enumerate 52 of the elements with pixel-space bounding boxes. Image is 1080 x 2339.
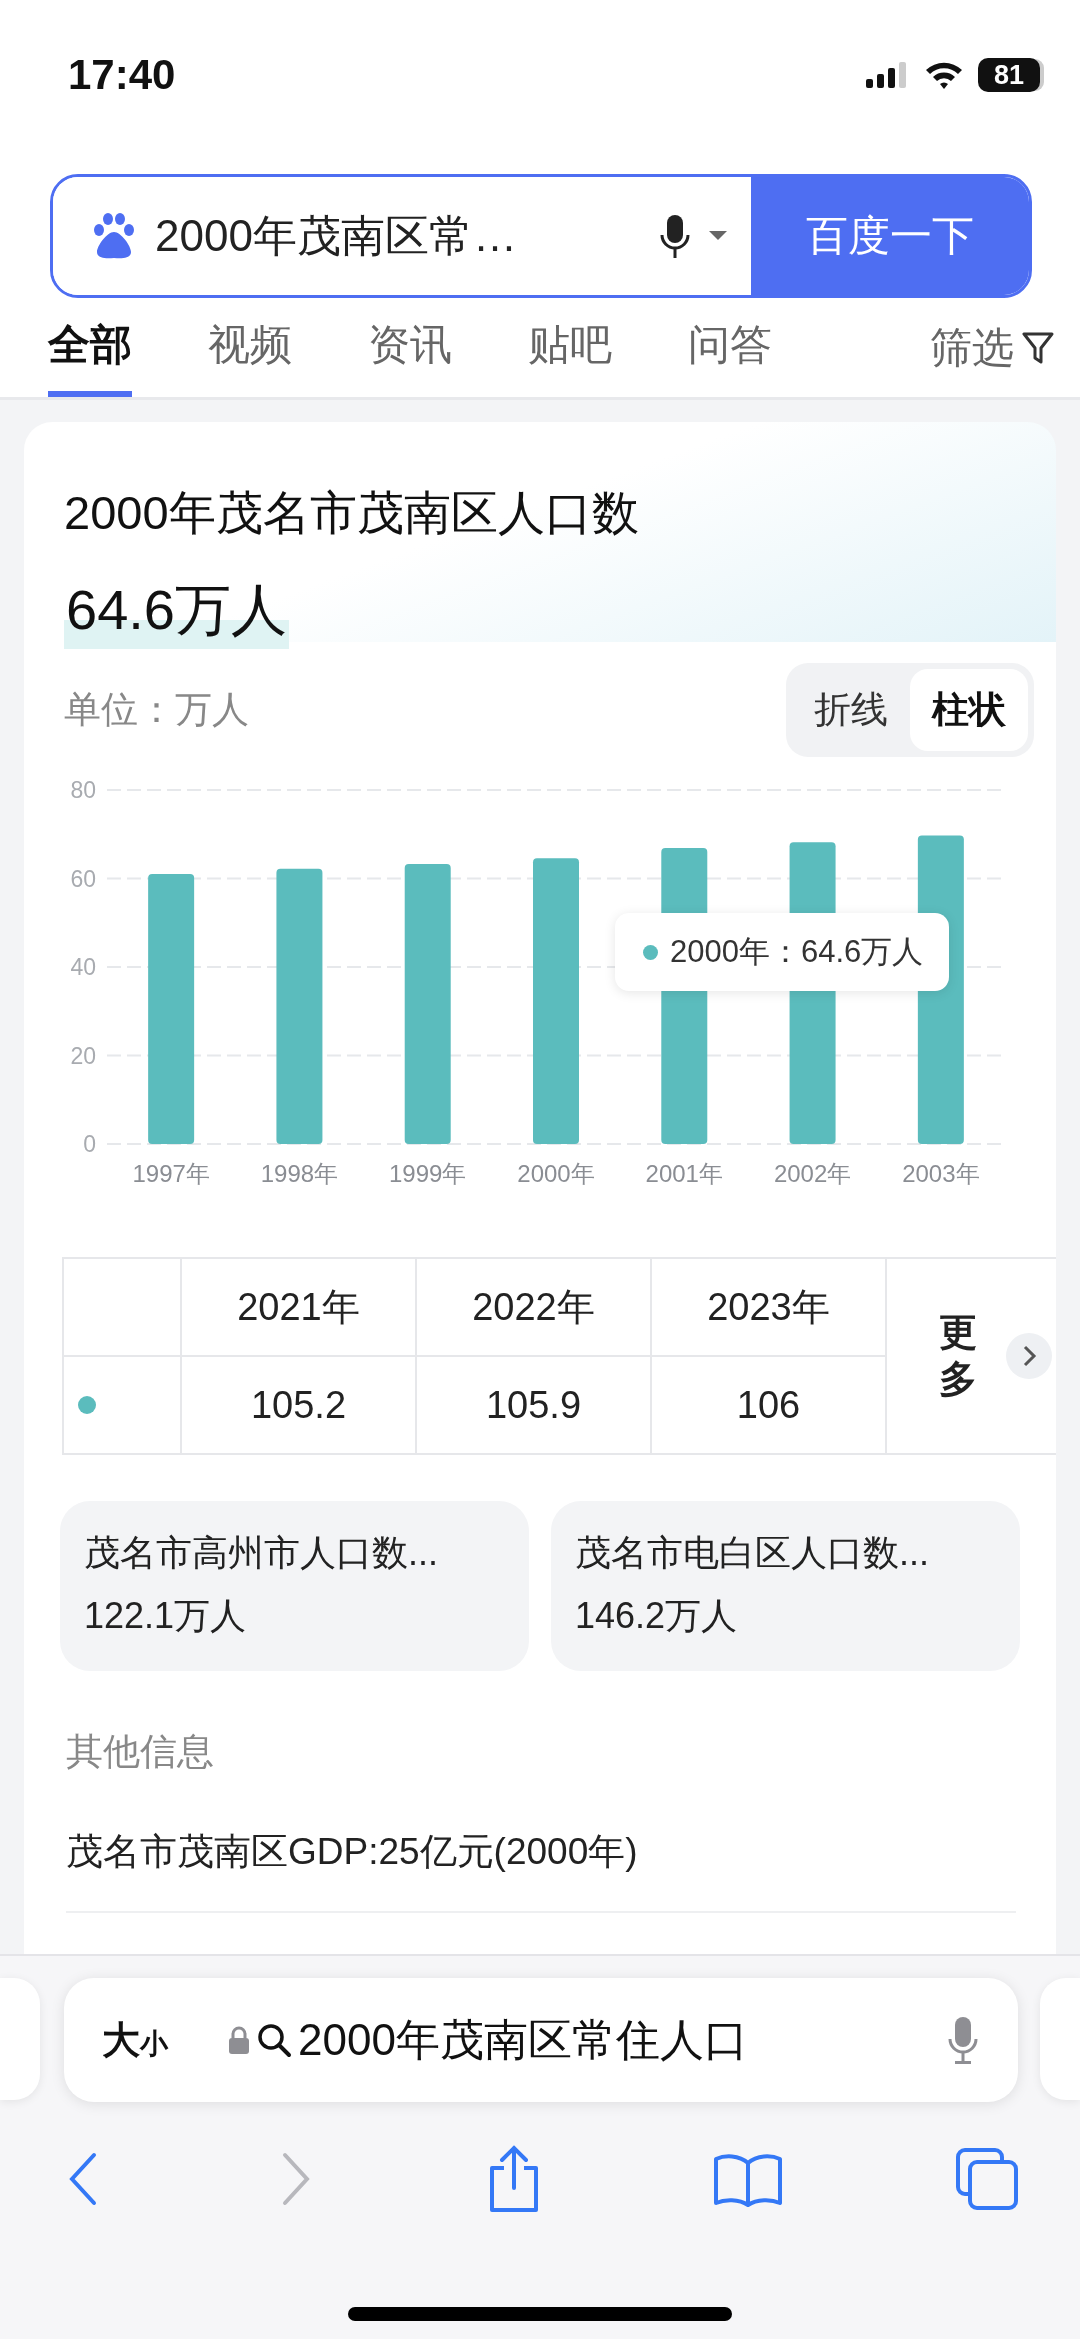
related-value: 146.2万人 — [575, 1594, 739, 1638]
bookmarks-icon[interactable] — [713, 2151, 783, 2207]
unit-label: 单位：万人 — [64, 688, 249, 732]
caret-icon[interactable] — [709, 231, 727, 241]
search-button[interactable]: 百度一下 — [751, 177, 1029, 295]
search-icon — [256, 2022, 292, 2058]
table-header: 2021年 — [182, 1259, 415, 1357]
section-heading: 其他信息 — [66, 1730, 215, 1774]
axis-label: 0 — [83, 1131, 96, 1157]
tab[interactable]: 资讯 — [368, 298, 452, 397]
related-card[interactable]: 茂名市高州市人口数... 122.1万人 — [60, 1501, 529, 1671]
table-cell-text: 105.9 — [484, 1382, 583, 1428]
microphone-icon[interactable] — [659, 213, 691, 259]
more-button[interactable]: 更多 — [939, 1308, 977, 1404]
chart-type-option[interactable]: 柱状 — [910, 669, 1028, 751]
paw-logo-icon — [91, 212, 137, 260]
chart-tooltip: 2000年：64.6万人 — [615, 913, 950, 991]
chevron-right-icon[interactable] — [1006, 1333, 1052, 1379]
tab[interactable]: 贴吧 — [528, 298, 612, 397]
status-time: 17:40 — [68, 51, 176, 99]
axis-label: 2003年 — [902, 1160, 980, 1187]
related-title: 茂名市高州市人口数... — [84, 1531, 439, 1575]
tabs-icon[interactable] — [954, 2146, 1020, 2212]
tab[interactable]: 视频 — [208, 298, 292, 397]
axis-label: 60 — [70, 865, 96, 892]
filter-icon — [1022, 330, 1054, 365]
chart-type-option[interactable]: 折线 — [792, 669, 910, 751]
axis-label: 20 — [70, 1042, 96, 1069]
related-title: 茂名市电白区人口数... — [575, 1531, 930, 1575]
axis-label: 2001年 — [645, 1160, 723, 1187]
axis-label: 2002年 — [773, 1160, 852, 1187]
filter-button[interactable]: 筛选 — [930, 298, 1054, 397]
url-text: 2000年茂南区常住人口 — [298, 2013, 748, 2066]
axis-label: 1997年 — [132, 1160, 210, 1187]
info-text: 茂名市茂南区GDP:25亿元(2000年) — [66, 1830, 639, 1874]
table-header: 2023年 — [652, 1259, 885, 1357]
axis-label: 40 — [70, 954, 96, 980]
text-size-button[interactable]: 大小 — [102, 2014, 168, 2066]
table-cell-text: 106 — [735, 1382, 802, 1428]
axis-label: 1998年 — [260, 1160, 339, 1187]
tab[interactable]: 问答 — [688, 298, 772, 397]
axis-label: 1999年 — [389, 1160, 467, 1187]
related-value: 122.1万人 — [84, 1594, 248, 1638]
axis-label: 80 — [70, 777, 96, 803]
related-card[interactable]: 茂名市电白区人口数... 146.2万人 — [551, 1501, 1020, 1671]
wifi-icon — [924, 60, 964, 90]
lock-icon — [228, 2025, 250, 2055]
table-header: 2022年 — [417, 1259, 650, 1357]
address-bar[interactable]: 大小 2000年茂南区常住人口 — [64, 1978, 1018, 2102]
table-cell-text: 105.2 — [249, 1382, 348, 1428]
axis-label: 2000年 — [517, 1160, 595, 1187]
card-title: 2000年茂名市茂南区人口数 — [64, 485, 640, 541]
